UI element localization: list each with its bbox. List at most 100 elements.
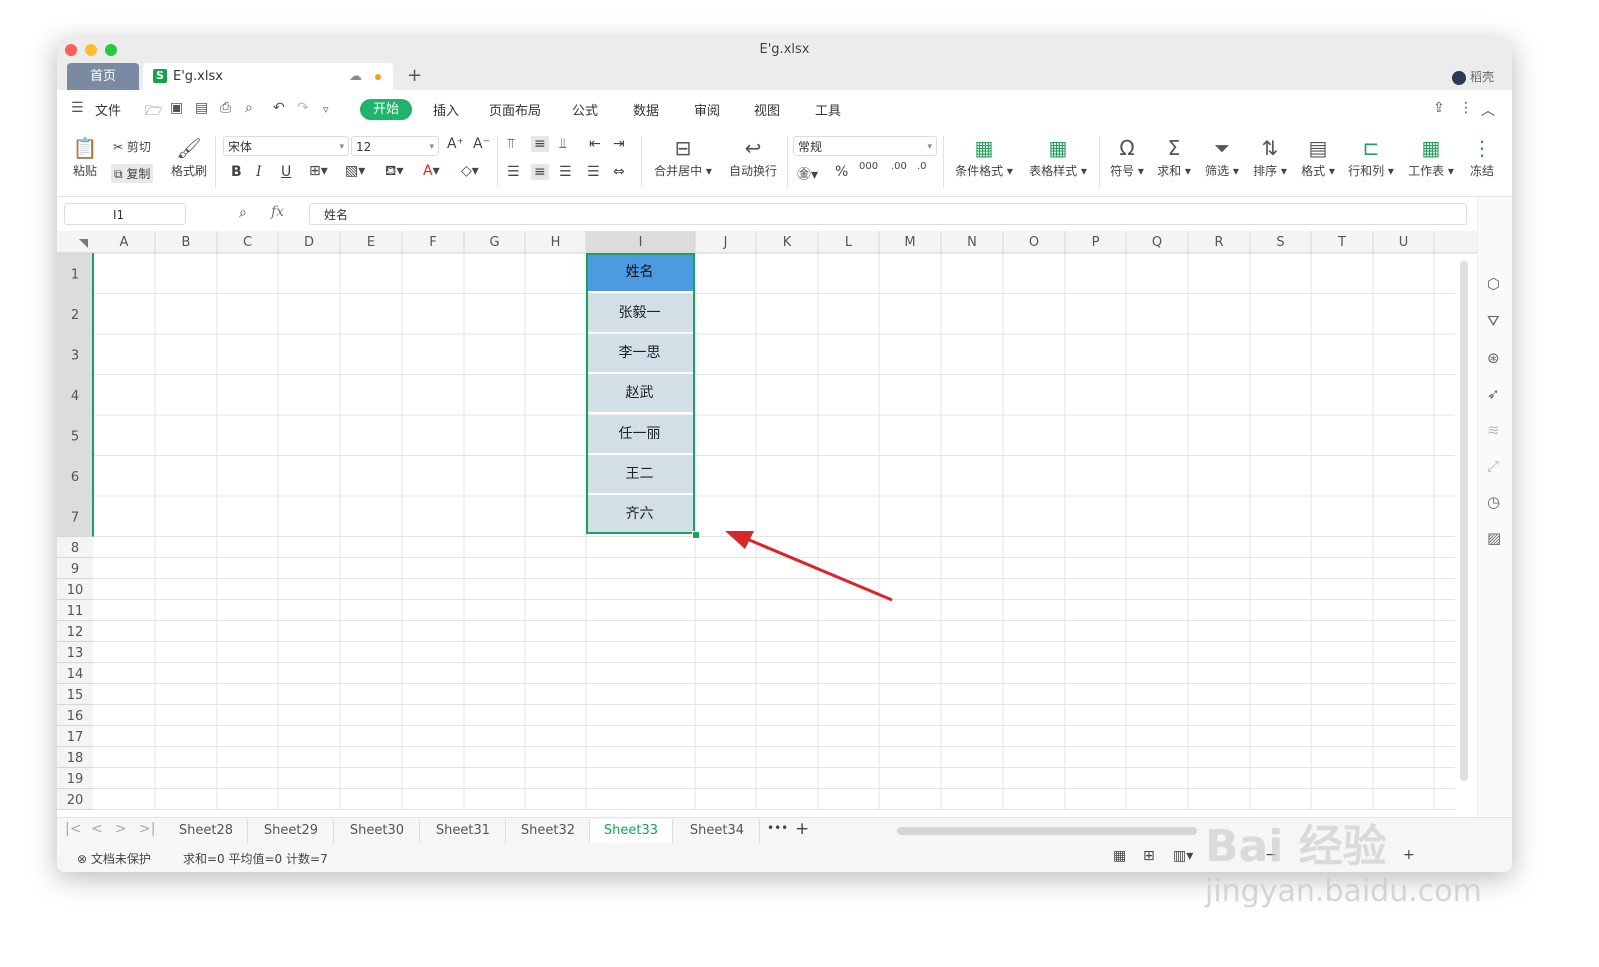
fill-color-icon[interactable]: ⛾▾ xyxy=(385,163,403,181)
zoom-in-icon[interactable]: + xyxy=(1403,847,1415,863)
decrease-decimal-icon[interactable]: .0 xyxy=(917,161,927,172)
next-sheet-icon[interactable]: > xyxy=(115,821,127,837)
redo-icon[interactable]: ↷ xyxy=(297,100,309,116)
save-icon[interactable]: ▣ xyxy=(170,100,183,116)
align-middle-icon[interactable]: ≡ xyxy=(531,136,549,152)
select-icon[interactable]: ➶ xyxy=(1487,385,1500,403)
menu-tools[interactable]: 工具 xyxy=(815,100,841,119)
add-sheet-button[interactable]: + xyxy=(795,819,809,839)
increase-decimal-icon[interactable]: .00 xyxy=(891,161,907,172)
sheet-tab-32[interactable]: Sheet32 xyxy=(507,819,590,843)
indent-decrease-icon[interactable]: ⇤ xyxy=(589,136,601,152)
bold-icon[interactable]: B xyxy=(231,164,242,180)
history-icon[interactable]: ◷ xyxy=(1487,493,1500,511)
formula-input[interactable]: 姓名 xyxy=(309,203,1467,225)
sheet-tab-31[interactable]: Sheet31 xyxy=(421,819,506,843)
name-box[interactable]: I1 xyxy=(64,203,186,225)
share-icon[interactable]: ⇪ xyxy=(1433,100,1445,116)
symbol-button[interactable]: Ω 符号 ▾ xyxy=(1107,136,1147,179)
collapse-ribbon-icon[interactable]: ︿ xyxy=(1481,100,1495,120)
page-layout-view-icon[interactable]: ⊞ xyxy=(1143,848,1155,864)
indent-increase-icon[interactable]: ⇥ xyxy=(613,136,625,152)
hamburger-menu-icon[interactable]: ☰ xyxy=(71,100,84,116)
sum-button[interactable]: Σ 求和 ▾ xyxy=(1153,136,1195,179)
thousands-icon[interactable]: 000 xyxy=(859,161,878,172)
paste-button[interactable]: 📋 粘贴 xyxy=(65,136,105,179)
settings-sliders-icon[interactable]: ≋ xyxy=(1487,421,1500,439)
more-icon[interactable]: ⋮ xyxy=(1459,100,1473,116)
increase-font-icon[interactable]: A⁺ xyxy=(447,136,464,152)
fx-button[interactable]: fx xyxy=(271,204,284,220)
menu-formula[interactable]: 公式 xyxy=(572,100,598,119)
print-preview-icon[interactable]: ⌕ xyxy=(245,100,253,116)
sheet-tab-33[interactable]: Sheet33 xyxy=(590,819,673,845)
normal-view-icon[interactable]: ▦ xyxy=(1113,848,1126,864)
merge-center-button[interactable]: ⊟ 合并居中 ▾ xyxy=(651,136,715,179)
row-col-button[interactable]: ⊏ 行和列 ▾ xyxy=(1345,136,1397,179)
copy-button[interactable]: ⧉ 复制 xyxy=(111,164,154,183)
menu-review[interactable]: 审阅 xyxy=(694,100,720,119)
sheet-tab-29[interactable]: Sheet29 xyxy=(249,819,334,843)
decrease-font-icon[interactable]: A⁻ xyxy=(473,136,490,152)
align-top-icon[interactable]: ⫪ xyxy=(507,136,515,152)
wrap-text-button[interactable]: ↩ 自动换行 xyxy=(725,136,781,179)
last-sheet-icon[interactable]: >| xyxy=(139,821,155,837)
zoom-out-icon[interactable]: − xyxy=(1265,847,1277,863)
cut-button[interactable]: ✂ 剪切 xyxy=(113,138,151,155)
print-icon[interactable]: ⎙ xyxy=(220,100,231,116)
justify-icon[interactable]: ☰ xyxy=(587,164,600,180)
filter-button[interactable]: ⏷ 筛选 ▾ xyxy=(1201,136,1243,179)
align-right-icon[interactable]: ☰ xyxy=(559,164,572,180)
open-folder-icon[interactable]: 🗁 xyxy=(145,100,162,124)
number-format-select[interactable]: 常规 xyxy=(793,136,937,157)
format-button[interactable]: ▤ 格式 ▾ xyxy=(1297,136,1339,179)
underline-icon[interactable]: U xyxy=(281,164,291,180)
menu-start[interactable]: 开始 xyxy=(360,99,412,120)
horizontal-scrollbar[interactable] xyxy=(897,827,1197,835)
menu-data[interactable]: 数据 xyxy=(633,100,659,119)
menu-insert[interactable]: 插入 xyxy=(433,100,459,119)
menu-page-layout[interactable]: 页面布局 xyxy=(489,100,541,119)
cell-style-icon[interactable]: ▧▾ xyxy=(345,163,365,179)
border-icon[interactable]: ⊞▾ xyxy=(309,163,328,179)
prev-sheet-icon[interactable]: < xyxy=(91,821,103,837)
menu-view[interactable]: 视图 xyxy=(754,100,780,119)
image-icon[interactable]: ▨ xyxy=(1487,529,1501,547)
conditional-format-button[interactable]: ▦ 条件格式 ▾ xyxy=(951,136,1017,179)
clear-icon[interactable]: ◇▾ xyxy=(461,163,479,179)
sheet-tab-30[interactable]: Sheet30 xyxy=(335,819,420,843)
page-break-view-icon[interactable]: ▥▾ xyxy=(1173,848,1193,864)
customize-toolbar-icon[interactable]: ▿ xyxy=(323,103,329,116)
tab-home[interactable]: 首页 xyxy=(67,63,139,90)
backup-icon[interactable]: ⊛ xyxy=(1487,349,1500,367)
tab-document[interactable]: S E'g.xlsx ☁ xyxy=(143,63,393,90)
table-style-button[interactable]: ▦ 表格样式 ▾ xyxy=(1025,136,1091,179)
menu-file[interactable]: 文件 xyxy=(95,100,121,119)
protect-status[interactable]: ⊗ 文档未保护 xyxy=(77,850,151,867)
new-tab-button[interactable]: + xyxy=(407,62,422,89)
style-icon[interactable]: ⛛ xyxy=(1487,312,1500,330)
currency-icon[interactable]: ㊎▾ xyxy=(797,164,818,184)
sheet-grid[interactable]: A B C D E F G H I J K L M N O P Q R S T U 1 2 3 4 5 6 7 8 9 10 11 12 13 14… xyxy=(57,231,1477,817)
export-pdf-icon[interactable]: ▤ xyxy=(195,100,208,116)
worksheet-button[interactable]: ▦ 工作表 ▾ xyxy=(1405,136,1457,179)
sheet-tab-28[interactable]: Sheet28 xyxy=(165,819,248,843)
shapes-icon[interactable]: ⬡ xyxy=(1487,275,1500,293)
align-bottom-icon[interactable]: ⫫ xyxy=(559,136,567,152)
format-painter-button[interactable]: 🖌 格式刷 xyxy=(169,136,209,179)
cloud-icon[interactable]: ☁ xyxy=(349,63,362,90)
zoom-formula-icon[interactable]: ⌕ xyxy=(239,205,247,221)
sheet-tab-34[interactable]: Sheet34 xyxy=(675,819,760,843)
font-family-select[interactable]: 宋体 xyxy=(223,136,349,157)
align-center-icon[interactable]: ≡ xyxy=(531,164,549,180)
undo-icon[interactable]: ↶ xyxy=(273,100,285,116)
distribute-icon[interactable]: ⇔ xyxy=(613,164,625,180)
transform-icon[interactable]: ⤢ xyxy=(1487,457,1499,475)
align-left-icon[interactable]: ☰ xyxy=(507,164,520,180)
sort-button[interactable]: ⇅ 排序 ▾ xyxy=(1249,136,1291,179)
user-account[interactable]: 稻壳 xyxy=(1451,68,1494,85)
font-size-select[interactable]: 12 xyxy=(351,136,439,157)
italic-icon[interactable]: I xyxy=(256,164,262,180)
font-color-icon[interactable]: A▾ xyxy=(423,163,440,179)
first-sheet-icon[interactable]: |< xyxy=(65,821,81,837)
